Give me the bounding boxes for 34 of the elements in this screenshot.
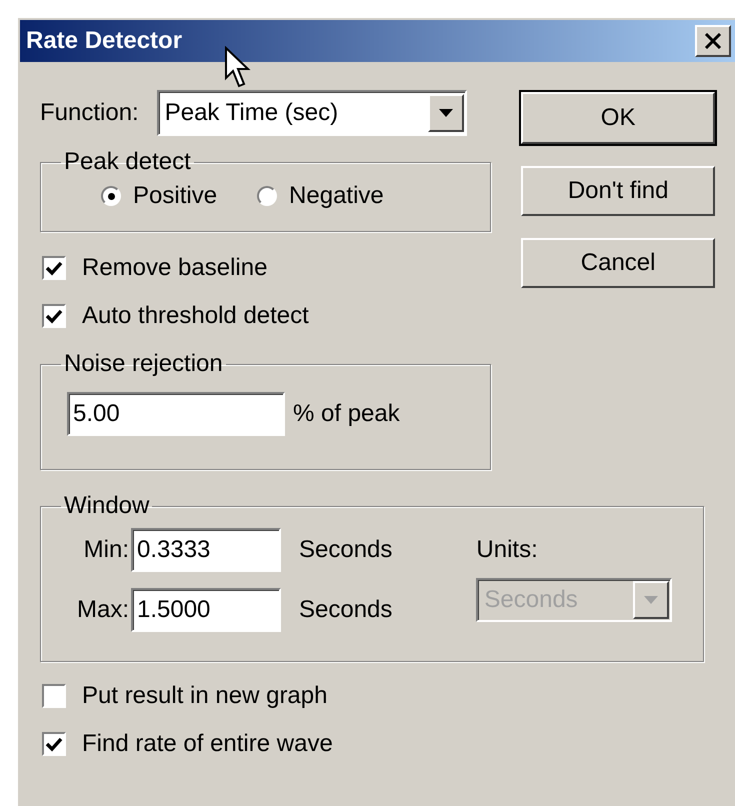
checkbox-label: Remove baseline [82, 254, 268, 282]
unit-label: Seconds [299, 536, 392, 564]
radio-label: Negative [289, 182, 384, 210]
checkbox-label: Auto threshold detect [82, 302, 309, 330]
function-dropdown[interactable]: Peak Time (sec) [156, 90, 467, 136]
radio-button[interactable] [101, 186, 121, 206]
group-label: Window [63, 492, 150, 520]
dialog-button[interactable]: Cancel [521, 238, 715, 288]
radio-label: Positive [133, 182, 218, 210]
units-label: Units: [476, 536, 539, 564]
checkbox[interactable] [42, 304, 66, 328]
checkbox[interactable] [42, 684, 66, 708]
group-label: Noise rejection [63, 350, 224, 378]
checkbox-label: Put result in new graph [82, 682, 328, 710]
dialog-button[interactable]: Don't find [521, 166, 715, 216]
field-label: Max: [76, 596, 129, 624]
noise-rejection-input[interactable]: 5.00 [67, 392, 285, 436]
function-label: Function: [40, 99, 139, 127]
close-button[interactable] [695, 25, 731, 57]
field-label: Min: [82, 536, 129, 564]
checkbox-label: Find rate of entire wave [82, 730, 333, 758]
unit-label: Seconds [299, 596, 392, 624]
radio-button[interactable] [257, 186, 278, 206]
checkbox[interactable] [42, 256, 66, 280]
unit-label: % of peak [293, 400, 400, 428]
input-field[interactable]: 0.3333 [131, 528, 281, 572]
checkbox[interactable] [42, 732, 66, 756]
close-icon [704, 33, 722, 49]
dropdown-arrow-icon [438, 109, 453, 117]
window-title: Rate Detector [26, 27, 182, 55]
dialog-button[interactable]: OK [521, 92, 715, 144]
dropdown-arrow-icon [644, 596, 658, 604]
input-field[interactable]: 1.5000 [131, 588, 281, 632]
group-label: Peak detect [63, 148, 192, 176]
